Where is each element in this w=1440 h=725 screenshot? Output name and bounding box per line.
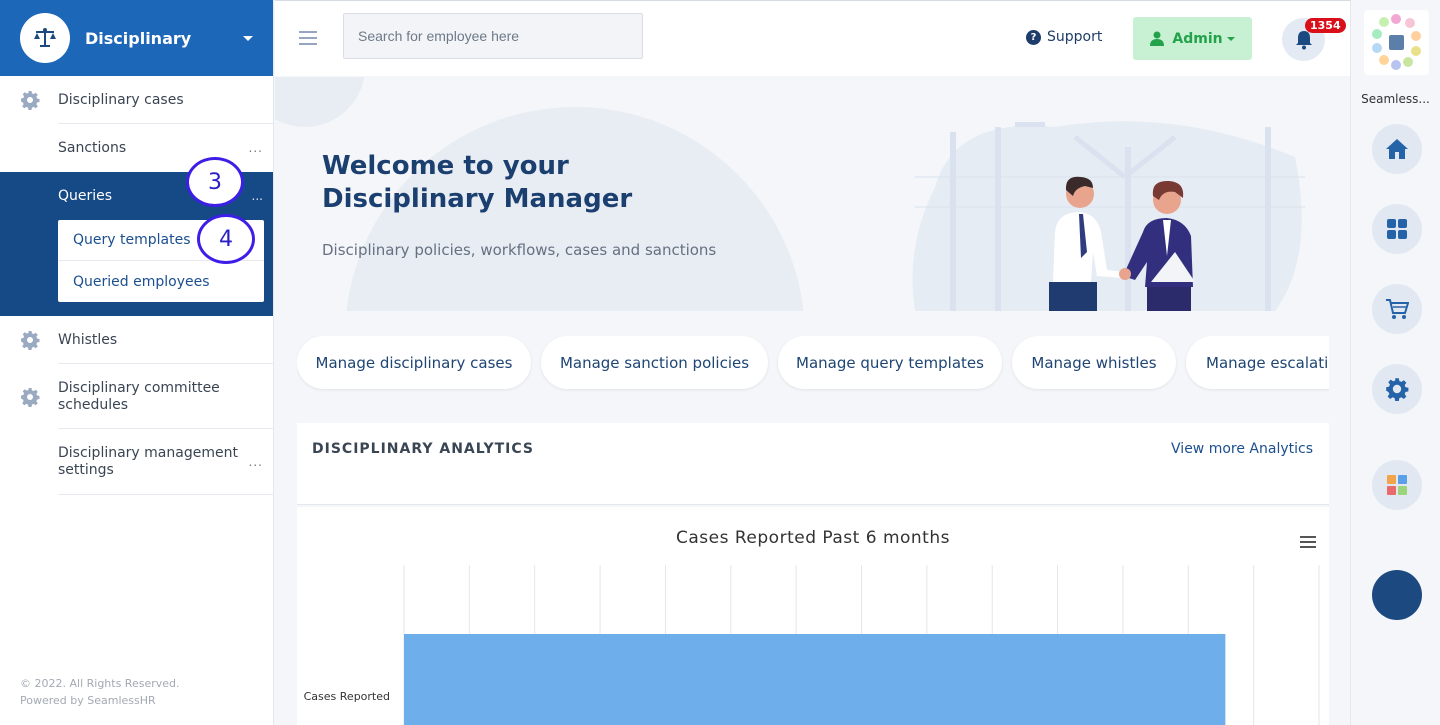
nav-label: Queries: [58, 188, 113, 204]
gear-icon: [21, 331, 40, 350]
gear-icon: [21, 91, 40, 110]
employee-search-input[interactable]: [343, 13, 643, 59]
more-icon[interactable]: ...: [249, 455, 263, 469]
annotation-marker-4: 4: [197, 214, 255, 264]
dashboard-button[interactable]: [1372, 204, 1422, 254]
app-logo-tile[interactable]: [1364, 10, 1429, 75]
welcome-banner: Welcome to your Disciplinary Manager Dis…: [275, 77, 1350, 311]
admin-dropdown[interactable]: Admin: [1133, 17, 1252, 60]
nav-label: Disciplinary cases: [58, 91, 184, 108]
manage-whistles-button[interactable]: Manage whistles: [1012, 336, 1176, 389]
menu-icon[interactable]: [299, 31, 317, 45]
apps-icon: [1387, 475, 1407, 495]
manage-escalations-button[interactable]: Manage escalations: [1186, 336, 1329, 389]
sidebar: Disciplinary Disciplinary cases Sanction…: [0, 0, 274, 725]
nav-label: Sanctions: [58, 139, 127, 156]
welcome-subtitle: Disciplinary policies, workflows, cases …: [322, 241, 717, 259]
apps-button[interactable]: [1372, 460, 1422, 510]
gear-icon: [21, 387, 40, 407]
admin-label: Admin: [1172, 30, 1223, 47]
sidebar-footer: © 2022. All Rights Reserved. Powered by …: [20, 675, 180, 709]
more-icon[interactable]: ...: [249, 141, 263, 155]
manage-disciplinary-cases-button[interactable]: Manage disciplinary cases: [297, 336, 531, 389]
chart-bar[interactable]: [404, 634, 1226, 725]
annotation-marker-3: 3: [186, 157, 244, 207]
copyright-text: © 2022. All Rights Reserved.: [20, 677, 180, 690]
cart-button[interactable]: [1372, 284, 1422, 334]
powered-by-text: Powered by SeamlessHR: [20, 694, 156, 707]
nav-management-settings[interactable]: Disciplinary management settings ...: [0, 429, 273, 495]
top-bar: ? Support Admin 1354: [275, 0, 1350, 76]
question-icon: ?: [1026, 29, 1041, 45]
home-icon: [1386, 139, 1408, 159]
nav-label: Disciplinary committee schedules: [58, 379, 220, 413]
analytics-header: DISCIPLINARY ANALYTICS View more Analyti…: [297, 423, 1329, 505]
cases-bar-chart: Cases Reported: [304, 565, 1320, 725]
quick-links: Manage disciplinary cases Manage sanctio…: [297, 336, 1329, 392]
handshake-illustration: [1049, 176, 1195, 311]
manage-sanction-policies-button[interactable]: Manage sanction policies: [541, 336, 768, 389]
app-logo-icon: [1372, 14, 1421, 70]
home-button[interactable]: [1372, 124, 1422, 174]
nav-disciplinary-cases[interactable]: Disciplinary cases: [0, 76, 273, 124]
cart-icon: [1386, 299, 1409, 319]
dashboard-icon: [1387, 219, 1407, 239]
settings-button[interactable]: [1372, 364, 1422, 414]
chart-category-label: Cases Reported: [304, 690, 390, 703]
nav-committee-schedules[interactable]: Disciplinary committee schedules: [0, 364, 273, 429]
module-switcher[interactable]: Disciplinary: [0, 0, 273, 76]
app-rail: Seamless...: [1350, 0, 1440, 725]
analytics-title: DISCIPLINARY ANALYTICS: [312, 441, 535, 457]
cases-chart-card: Cases Reported Past 6 months Cases Repor…: [297, 507, 1329, 725]
settings-icon: [1386, 378, 1409, 401]
support-link[interactable]: ? Support: [1026, 29, 1102, 45]
module-title: Disciplinary: [85, 28, 192, 48]
user-avatar[interactable]: [1372, 570, 1422, 620]
nav-whistles[interactable]: Whistles: [0, 316, 273, 364]
submenu-queried-employees[interactable]: Queried employees: [58, 261, 264, 302]
support-label: Support: [1047, 29, 1103, 45]
more-icon[interactable]: ...: [252, 189, 263, 203]
scales-icon: [20, 13, 70, 63]
notification-count-badge: 1354: [1305, 18, 1346, 33]
app-name: Seamless...: [1361, 92, 1430, 106]
caret-down-icon[interactable]: [243, 35, 253, 41]
welcome-title: Welcome to your Disciplinary Manager: [322, 151, 633, 214]
caret-down-icon: [1226, 36, 1235, 41]
manage-query-templates-button[interactable]: Manage query templates: [778, 336, 1002, 389]
view-more-analytics-link[interactable]: View more Analytics: [1171, 441, 1313, 457]
nav-label: Whistles: [58, 331, 118, 348]
nav-label: Disciplinary management settings: [58, 445, 238, 478]
user-icon: [1150, 31, 1165, 46]
